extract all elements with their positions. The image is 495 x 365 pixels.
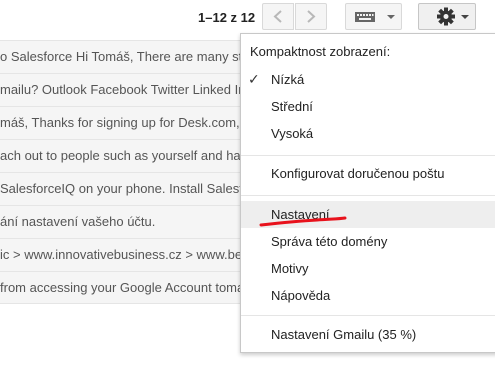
menu-divider — [241, 155, 495, 156]
density-high-label: Vysoká — [271, 126, 314, 141]
pagination-range: 1–12 z 12 — [198, 10, 256, 25]
email-snippet: máš, Thanks for signing up for Desk.com, — [0, 115, 240, 130]
manage-domain-item[interactable]: Správa této domény — [241, 228, 495, 255]
themes-item[interactable]: Motivy — [241, 255, 495, 282]
menu-divider — [241, 195, 495, 196]
red-underline-annotation — [259, 216, 347, 227]
email-snippet: o Salesforce Hi Tomáš, There are many st — [0, 49, 243, 64]
chevron-left-icon — [273, 10, 282, 23]
help-label: Nápověda — [271, 288, 331, 303]
configure-inbox-label: Konfigurovat doručenou poštu — [271, 166, 445, 181]
keyboard-icon — [355, 12, 375, 22]
email-snippet: ach out to people such as yourself and h… — [0, 148, 248, 163]
density-low-option[interactable]: ✓ Nízká — [241, 66, 495, 93]
email-snippet: mailu? Outlook Facebook Twitter Linked I… — [0, 82, 246, 97]
gear-icon — [437, 7, 455, 26]
email-snippet: SalesforceIQ on your phone. Install Sale… — [0, 181, 243, 196]
email-snippet: from accessing your Google Account toma — [0, 280, 245, 295]
density-medium-label: Střední — [271, 99, 313, 114]
settings-menu: Kompaktnost zobrazení: ✓ Nízká Střední V… — [240, 33, 495, 353]
chevron-right-icon — [307, 10, 316, 23]
configure-inbox-item[interactable]: Konfigurovat doručenou poštu — [241, 160, 495, 187]
newer-page-button[interactable] — [295, 3, 327, 30]
themes-label: Motivy — [271, 261, 309, 276]
email-snippet: ic > www.innovativebusiness.cz > www.bes — [0, 247, 249, 262]
density-low-label: Nízká — [271, 72, 305, 87]
density-header: Kompaktnost zobrazení: — [250, 44, 391, 59]
caret-down-icon — [387, 15, 395, 19]
density-high-option[interactable]: Vysoká — [241, 120, 495, 147]
help-item[interactable]: Nápověda — [241, 282, 495, 309]
gmail-setup-label: Nastavení Gmailu (35 %) — [271, 327, 417, 342]
manage-domain-label: Správa této domény — [271, 234, 388, 249]
menu-divider — [241, 315, 495, 316]
input-tools-button[interactable] — [345, 3, 402, 30]
settings-button[interactable] — [418, 3, 476, 30]
density-medium-option[interactable]: Střední — [241, 93, 495, 120]
email-snippet: ání nastavení vašeho účtu. — [0, 214, 156, 229]
older-page-button[interactable] — [262, 3, 294, 30]
gmail-setup-item[interactable]: Nastavení Gmailu (35 %) — [241, 321, 495, 348]
checkmark-icon: ✓ — [248, 71, 260, 87]
caret-down-icon — [461, 15, 469, 19]
